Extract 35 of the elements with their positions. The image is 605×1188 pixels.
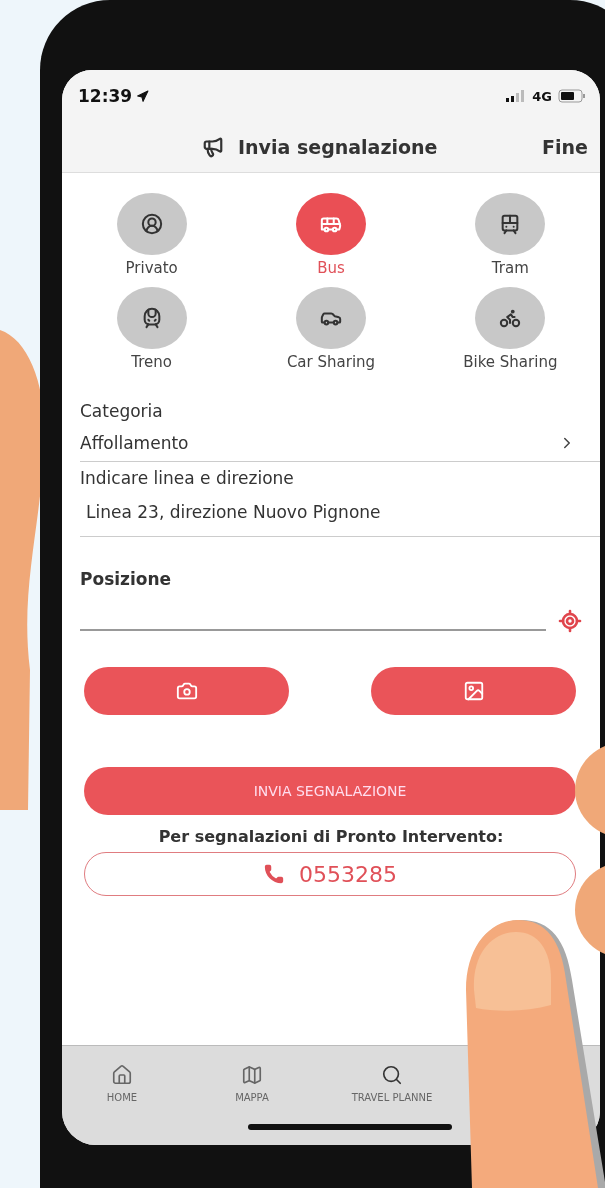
signal-icon (506, 90, 527, 102)
home-icon (111, 1064, 133, 1086)
emergency-note: Per segnalazioni di Pronto Intervento: (157, 827, 505, 846)
network-label: 4G (532, 88, 552, 104)
transport-mode-option[interactable]: Bus (241, 193, 421, 277)
line-label: Indicare linea e direzione (80, 467, 295, 490)
header-title: Invia segnalazione (238, 136, 439, 158)
bicycle-icon (499, 307, 522, 329)
tab-bar-item[interactable]: HOME (106, 1064, 138, 1103)
image-icon (462, 680, 485, 702)
phone-icon (263, 863, 285, 885)
phone-call-button[interactable]: 0553285 (84, 852, 576, 896)
user-icon (140, 213, 163, 235)
location-arrow-icon (136, 89, 150, 103)
transport-mode-option[interactable]: Treno (62, 287, 242, 371)
camera-icon (175, 680, 198, 702)
line-input-field[interactable]: Linea 23, direzione Nuovo Pignone (80, 494, 600, 537)
gallery-button[interactable] (371, 667, 576, 715)
map-icon (241, 1064, 263, 1086)
status-time: 12:39 (78, 86, 150, 106)
battery-icon (558, 89, 586, 103)
category-selector[interactable]: Affollamento (80, 427, 600, 462)
search-icon (381, 1064, 403, 1086)
transport-mode-option[interactable]: Tram (420, 193, 600, 277)
megaphone-icon (202, 136, 224, 158)
transport-mode-option[interactable]: Privato (62, 193, 242, 277)
transport-mode-option[interactable]: Bike Sharing (420, 287, 600, 371)
locate-icon[interactable] (558, 609, 582, 633)
transport-mode-option[interactable]: Car Sharing (241, 287, 421, 371)
category-label: Categoria (80, 400, 164, 423)
camera-button[interactable] (84, 667, 289, 715)
done-button[interactable]: Fine (542, 136, 588, 158)
position-label: Posizione (80, 568, 173, 591)
tab-bar-item[interactable]: TRAVEL PLANNE (351, 1064, 433, 1103)
tab-bar-item[interactable]: MAPPA (235, 1064, 269, 1103)
